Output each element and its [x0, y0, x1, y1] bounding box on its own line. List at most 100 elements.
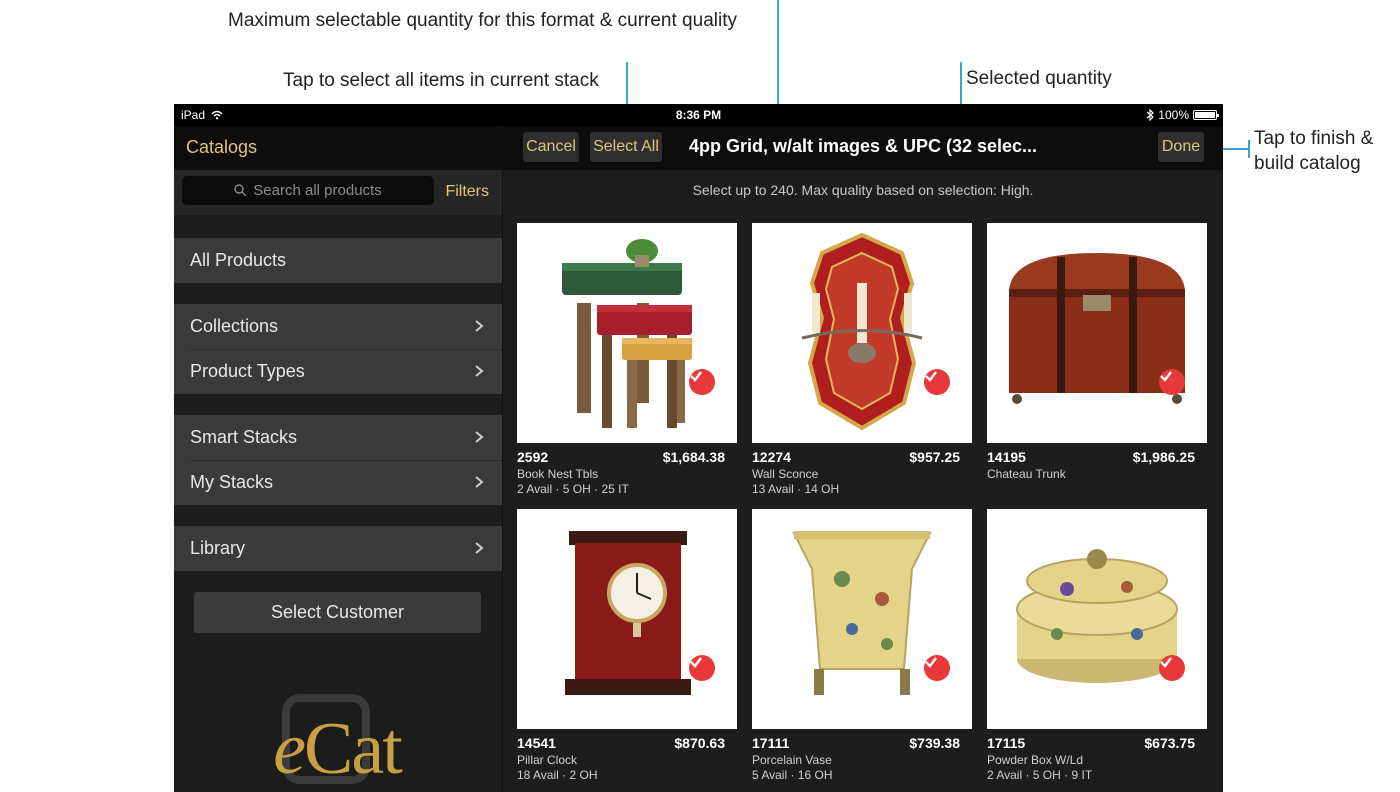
product-card[interactable]: 17111 $739.38 Porcelain Vase 5 Avail · 1…	[752, 509, 972, 782]
catalogs-sidebar: Catalogs Search all products Filters All…	[174, 126, 503, 792]
selected-check-icon[interactable]	[689, 655, 715, 681]
sidebar-item-label: Library	[190, 538, 246, 558]
product-image[interactable]	[987, 223, 1207, 443]
chevron-right-icon	[475, 365, 484, 377]
clock-image	[565, 531, 691, 695]
product-stock: 13 Avail · 14 OH	[752, 482, 840, 496]
select-customer-button[interactable]: Select Customer	[194, 592, 481, 633]
product-header: 14541 $870.63	[517, 735, 737, 751]
builder-title: 4pp Grid, w/alt images & UPC (32 selec..…	[688, 136, 1038, 156]
sidebar-nav-bar: Catalogs	[174, 126, 502, 170]
product-card[interactable]: 17115 $673.75 Powder Box W/Ld 2 Avail · …	[987, 509, 1207, 782]
powder-box-image	[1016, 549, 1178, 683]
sidebar-item-label: Collections	[190, 316, 279, 336]
search-input[interactable]: Search all products	[182, 176, 434, 205]
product-name: Powder Box W/Ld	[987, 753, 1084, 767]
product-price: $957.25	[909, 449, 960, 465]
ecat-logo: eCat	[252, 686, 422, 792]
sidebar-item-label: Product Types	[190, 361, 305, 381]
product-name: Porcelain Vase	[752, 753, 832, 767]
chevron-right-icon	[475, 431, 484, 443]
product-name: Chateau Trunk	[987, 467, 1066, 481]
checkmark-icon	[925, 657, 937, 668]
product-sku: 14195	[987, 449, 1026, 465]
product-image[interactable]	[752, 509, 972, 729]
callout-finish-line1: Tap to finish &	[1254, 128, 1374, 149]
product-image[interactable]	[752, 223, 972, 443]
product-sku: 12274	[752, 449, 791, 465]
checkmark-icon	[1160, 371, 1172, 382]
product-stock: 2 Avail · 5 OH · 9 IT	[987, 768, 1093, 782]
vase-image	[792, 531, 932, 695]
search-icon	[234, 184, 247, 197]
product-stock: 2 Avail · 5 OH · 25 IT	[517, 482, 629, 496]
group-library: Library	[174, 526, 502, 571]
sidebar-item-label: Smart Stacks	[190, 427, 298, 447]
sidebar-item-all-products[interactable]: All Products	[174, 238, 502, 283]
catalog-builder: Cancel Select All 4pp Grid, w/alt images…	[503, 126, 1223, 792]
sidebar-item-collections[interactable]: Collections	[174, 304, 502, 349]
callout-max-quantity: Maximum selectable quantity for this for…	[228, 10, 737, 31]
product-price: $673.75	[1144, 735, 1195, 751]
selected-check-icon[interactable]	[1159, 369, 1185, 395]
product-sku: 14541	[517, 735, 556, 751]
status-time: 8:36 PM	[675, 108, 722, 122]
search-row: Search all products Filters	[174, 170, 502, 215]
product-card[interactable]: 12274 $957.25 Wall Sconce 13 Avail · 14 …	[752, 223, 972, 496]
group-browse: Collections Product Types	[174, 304, 502, 394]
product-name: Wall Sconce	[752, 467, 819, 481]
filters-button[interactable]: Filters	[445, 183, 489, 201]
product-card[interactable]: 14541 $870.63 Pillar Clock 18 Avail · 2 …	[517, 509, 737, 782]
checkmark-icon	[925, 371, 937, 382]
sidebar-item-library[interactable]: Library	[174, 526, 502, 571]
cancel-button[interactable]: Cancel	[523, 132, 579, 162]
product-header: 17115 $673.75	[987, 735, 1207, 751]
product-header: 12274 $957.25	[752, 449, 972, 465]
product-header: 2592 $1,684.38	[517, 449, 737, 465]
checkmark-icon	[1160, 657, 1172, 668]
sidebar-item-my-stacks[interactable]: My Stacks	[174, 460, 502, 505]
product-image[interactable]	[517, 509, 737, 729]
selected-check-icon[interactable]	[924, 655, 950, 681]
selected-check-icon[interactable]	[689, 369, 715, 395]
callout-line-finish-tick	[1248, 140, 1250, 158]
nesting-tables-image	[562, 239, 692, 428]
sidebar-item-product-types[interactable]: Product Types	[174, 349, 502, 394]
product-card[interactable]: 14195 $1,986.25 Chateau Trunk	[987, 223, 1207, 482]
status-bar: iPad 8:36 PM 100%	[174, 104, 1223, 126]
bluetooth-icon	[1146, 109, 1155, 121]
group-all-products: All Products	[174, 238, 502, 283]
product-header: 17111 $739.38	[752, 735, 972, 751]
product-stock: 18 Avail · 2 OH	[517, 768, 598, 782]
chevron-right-icon	[475, 320, 484, 332]
product-stock: 5 Avail · 16 OH	[752, 768, 833, 782]
wall-sconce-image	[801, 232, 923, 431]
ipad-screen: iPad 8:36 PM 100% Catalogs Search all pr…	[174, 104, 1223, 792]
product-sku: 2592	[517, 449, 549, 465]
trunk-image	[1009, 253, 1185, 404]
product-name: Book Nest Tbls	[517, 467, 599, 481]
done-button[interactable]: Done	[1158, 132, 1204, 162]
product-image[interactable]	[987, 509, 1207, 729]
select-all-button[interactable]: Select All	[590, 132, 662, 162]
builder-nav-bar: Cancel Select All 4pp Grid, w/alt images…	[503, 126, 1223, 170]
product-image[interactable]	[517, 223, 737, 443]
sidebar-item-smart-stacks[interactable]: Smart Stacks	[174, 415, 502, 460]
group-stacks: Smart Stacks My Stacks	[174, 415, 502, 505]
selected-check-icon[interactable]	[924, 369, 950, 395]
product-price: $1,684.38	[662, 449, 725, 465]
product-card[interactable]: 2592 $1,684.38 Book Nest Tbls 2 Avail · …	[517, 223, 737, 496]
battery-percent: 100%	[1158, 108, 1189, 122]
logo-text: eCat	[273, 708, 403, 790]
sidebar-item-label: My Stacks	[190, 472, 274, 492]
product-header: 14195 $1,986.25	[987, 449, 1207, 465]
chevron-right-icon	[475, 476, 484, 488]
product-price: $870.63	[674, 735, 725, 751]
checkmark-icon	[690, 371, 702, 382]
chevron-right-icon	[475, 542, 484, 554]
checkmark-icon	[690, 657, 702, 668]
callout-select-all: Tap to select all items in current stack	[283, 70, 599, 91]
product-price: $739.38	[909, 735, 960, 751]
selected-check-icon[interactable]	[1159, 655, 1185, 681]
battery-icon	[1193, 110, 1219, 120]
